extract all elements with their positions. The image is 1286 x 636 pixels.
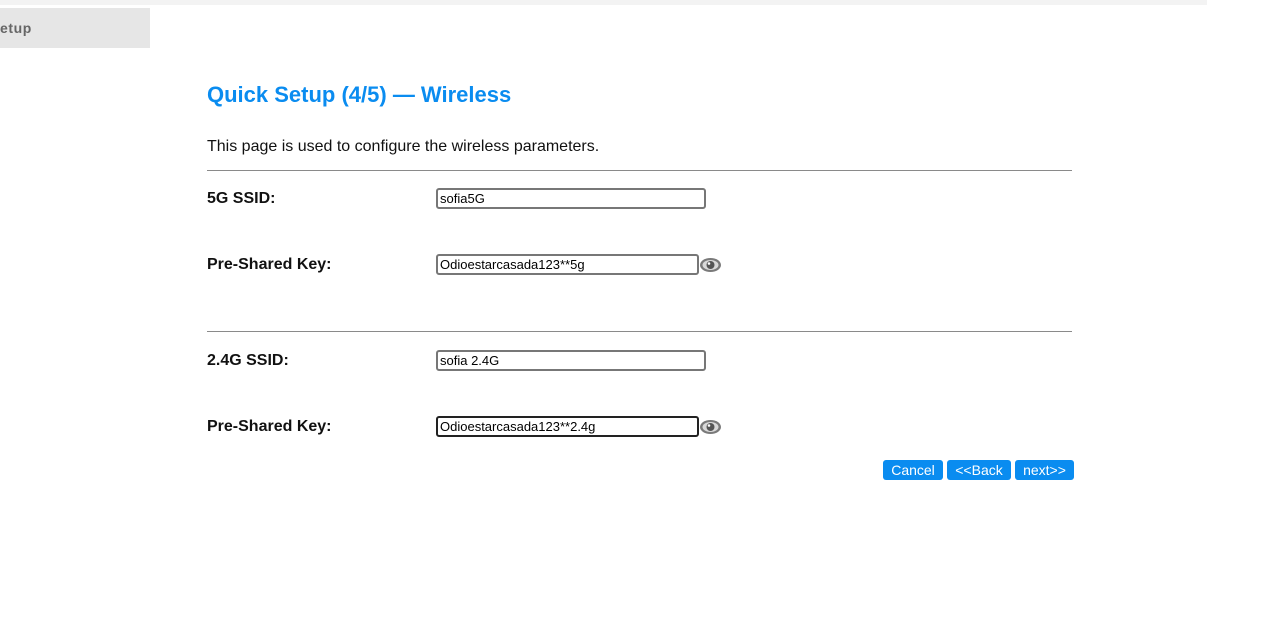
cancel-button[interactable]: Cancel: [883, 460, 943, 480]
page-title: Quick Setup (4/5) — Wireless: [207, 82, 512, 107]
sidebar-item-setup[interactable]: etup: [0, 8, 150, 48]
psk-24g-input[interactable]: [436, 416, 699, 437]
ssid-24g-input[interactable]: [436, 350, 706, 371]
psk-24g-label: Pre-Shared Key:: [207, 418, 332, 435]
ssid-5g-input[interactable]: [436, 188, 706, 209]
ssid-5g-label: 5G SSID:: [207, 190, 276, 207]
psk-5g-input[interactable]: [436, 254, 699, 275]
next-button[interactable]: next>>: [1015, 460, 1074, 480]
psk-5g-label: Pre-Shared Key:: [207, 256, 332, 273]
top-bar: [0, 0, 1207, 5]
section-divider: [207, 170, 1072, 171]
sidebar-item-label: etup: [0, 20, 32, 36]
ssid-24g-label: 2.4G SSID:: [207, 352, 289, 369]
page-description: This page is used to configure the wirel…: [207, 138, 600, 155]
eye-icon[interactable]: [699, 257, 722, 273]
section-divider: [207, 331, 1072, 332]
eye-icon[interactable]: [699, 419, 722, 435]
back-button[interactable]: <<Back: [947, 460, 1011, 480]
